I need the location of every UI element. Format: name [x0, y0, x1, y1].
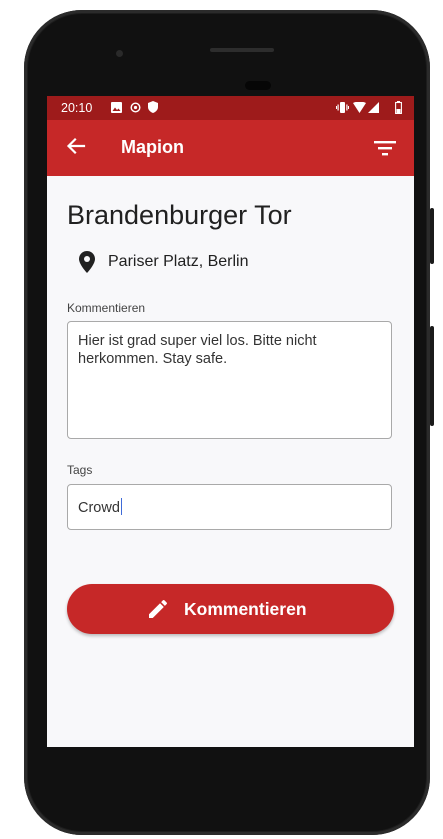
volume-button [430, 208, 434, 264]
power-button [430, 326, 434, 426]
front-camera [116, 50, 123, 57]
vibrate-icon [336, 102, 349, 116]
comment-label: Kommentieren [67, 301, 146, 315]
filter-icon[interactable] [373, 136, 397, 160]
wifi-icon [353, 101, 366, 116]
place-title: Brandenburger Tor [67, 200, 292, 230]
tags-input-value: Crowd [78, 500, 120, 516]
comment-textarea[interactable]: Hier ist grad super viel los. Bitte nich… [67, 321, 392, 439]
tags-input[interactable]: Crowd [67, 484, 392, 530]
location-pin-icon [79, 251, 95, 273]
arrow-left-icon[interactable] [63, 133, 89, 159]
signal-icon [368, 102, 379, 116]
app-title: Mapion [121, 137, 184, 157]
text-cursor [120, 498, 123, 515]
status-time: 20:10 [61, 101, 93, 115]
shield-icon [148, 101, 158, 116]
tags-label: Tags [67, 463, 93, 477]
battery-icon [395, 101, 402, 117]
comment-submit-label: Kommentieren [184, 599, 307, 619]
comment-submit-button[interactable]: Kommentieren [67, 584, 394, 634]
location-target-icon [130, 102, 141, 116]
app-bar: Mapion [47, 120, 414, 176]
pencil-icon [146, 597, 170, 621]
sensor-slot [245, 81, 271, 90]
place-address: Pariser Platz, Berlin [108, 253, 249, 270]
status-bar: 20:10 [47, 96, 414, 120]
image-icon [111, 102, 122, 116]
earpiece-speaker [210, 48, 274, 52]
app-screen: 20:10 Mapion Brandenburger Tor Pariser P… [47, 96, 414, 747]
